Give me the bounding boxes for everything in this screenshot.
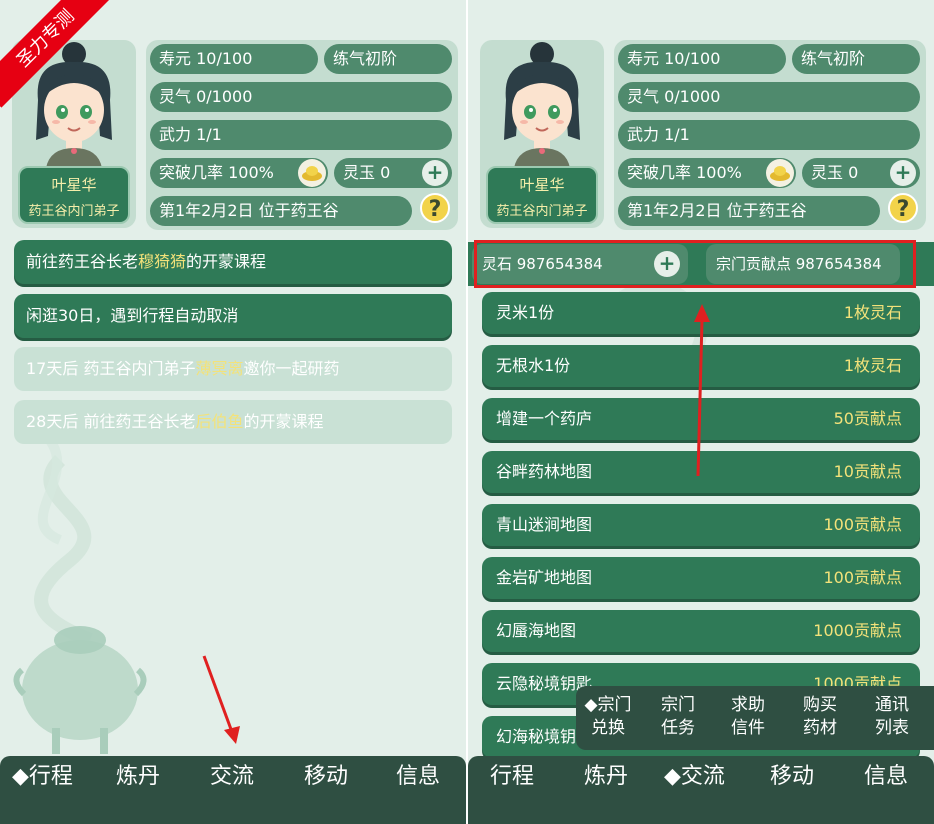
submenu-help-letters[interactable]: 求助 信件	[722, 694, 774, 740]
nav-exchange[interactable]: ◆交流	[664, 756, 725, 798]
event-item[interactable]: 前往药王谷长老穆猗猗的开蒙课程	[14, 240, 452, 284]
character-name: 叶星华	[51, 176, 97, 194]
nav-itinerary[interactable]: ◆行程	[12, 756, 73, 798]
add-jade-button[interactable]: +	[890, 160, 916, 186]
nav-itinerary[interactable]: 行程	[490, 756, 534, 798]
exchange-submenu: ◆宗门 兑换 宗门 任务 求助 信件 购买 药材 通讯 列表	[576, 686, 934, 750]
sect-contribution-balance: 宗门贡献点 987654384	[706, 244, 900, 284]
lifespan-stat: 寿元 10/100	[150, 44, 318, 74]
realm-stat: 练气初阶	[324, 44, 452, 74]
shop-item[interactable]: 无根水1份 1枚灵石	[482, 345, 920, 387]
shop-item[interactable]: 增建一个药庐 50贡献点	[482, 398, 920, 440]
force-stat: 武力 1/1	[150, 120, 452, 150]
right-screen: 叶星华 药王谷内门弟子 寿元 10/100 练气初阶 灵气 0/1000 武力 …	[468, 0, 934, 824]
submenu-sect-exchange[interactable]: ◆宗门 兑换	[582, 694, 634, 740]
add-jade-button[interactable]: +	[422, 160, 448, 186]
date-location: 第1年2月2日 位于药王谷	[618, 196, 880, 226]
spirit-qi-stat: 灵气 0/1000	[150, 82, 452, 112]
avatar-card[interactable]: 叶星华 药王谷内门弟子	[480, 40, 604, 228]
nav-exchange[interactable]: 交流	[210, 756, 254, 798]
force-stat: 武力 1/1	[618, 120, 920, 150]
event-item[interactable]: 17天后 药王谷内门弟子薄冥离邀你一起研药	[14, 347, 452, 391]
nav-move[interactable]: 移动	[304, 756, 348, 798]
character-rank: 药王谷内门弟子	[496, 204, 588, 219]
name-plate: 叶星华 药王谷内门弟子	[486, 166, 598, 224]
stats-card: 寿元 10/100 练气初阶 灵气 0/1000 武力 1/1 突破几率 100…	[146, 40, 458, 230]
lifespan-stat: 寿元 10/100	[618, 44, 786, 74]
stats-card: 寿元 10/100 练气初阶 灵气 0/1000 武力 1/1 突破几率 100…	[614, 40, 926, 230]
event-item[interactable]: 28天后 前往药王谷长老后伯鱼的开蒙课程	[14, 400, 452, 444]
shop-item[interactable]: 谷畔药林地图 10贡献点	[482, 451, 920, 493]
character-portrait	[504, 42, 580, 168]
nav-alchemy[interactable]: 炼丹	[584, 756, 628, 798]
nav-move[interactable]: 移动	[770, 756, 814, 798]
shop-item[interactable]: 幻蜃海地图 1000贡献点	[482, 610, 920, 652]
bottom-nav: 行程 炼丹 ◆交流 移动 信息	[468, 756, 934, 824]
breakthrough-pill-icon[interactable]	[298, 159, 326, 187]
shop-item[interactable]: 灵米1份 1枚灵石	[482, 292, 920, 334]
shop-item[interactable]: 金岩矿地地图 100贡献点	[482, 557, 920, 599]
character-name: 叶星华	[519, 176, 565, 194]
date-location: 第1年2月2日 位于药王谷	[150, 196, 412, 226]
left-screen: 叶星华 药王谷内门弟子 寿元 10/100 练气初阶 灵气 0/1000 武力 …	[0, 0, 466, 824]
submenu-buy-herbs[interactable]: 购买 药材	[794, 694, 846, 740]
name-plate: 叶星华 药王谷内门弟子	[18, 166, 130, 224]
help-button[interactable]: ?	[888, 193, 918, 223]
shop-item[interactable]: 青山迷涧地图 100贡献点	[482, 504, 920, 546]
nav-alchemy[interactable]: 炼丹	[116, 756, 160, 798]
breakthrough-pill-icon[interactable]	[766, 159, 794, 187]
annotation-arrow	[202, 655, 240, 744]
currency-bar: 灵石 987654384 + 宗门贡献点 987654384	[468, 242, 934, 286]
event-item[interactable]: 闲逛30日，遇到行程自动取消	[14, 294, 452, 338]
character-rank: 药王谷内门弟子	[28, 204, 120, 219]
nav-info[interactable]: 信息	[864, 756, 908, 798]
nav-info[interactable]: 信息	[396, 756, 440, 798]
realm-stat: 练气初阶	[792, 44, 920, 74]
help-button[interactable]: ?	[420, 193, 450, 223]
submenu-contact-list[interactable]: 通讯 列表	[866, 694, 918, 740]
submenu-sect-tasks[interactable]: 宗门 任务	[652, 694, 704, 740]
add-spirit-stone-button[interactable]: +	[654, 251, 680, 277]
spirit-qi-stat: 灵气 0/1000	[618, 82, 920, 112]
bottom-nav: ◆行程 炼丹 交流 移动 信息	[0, 756, 466, 824]
